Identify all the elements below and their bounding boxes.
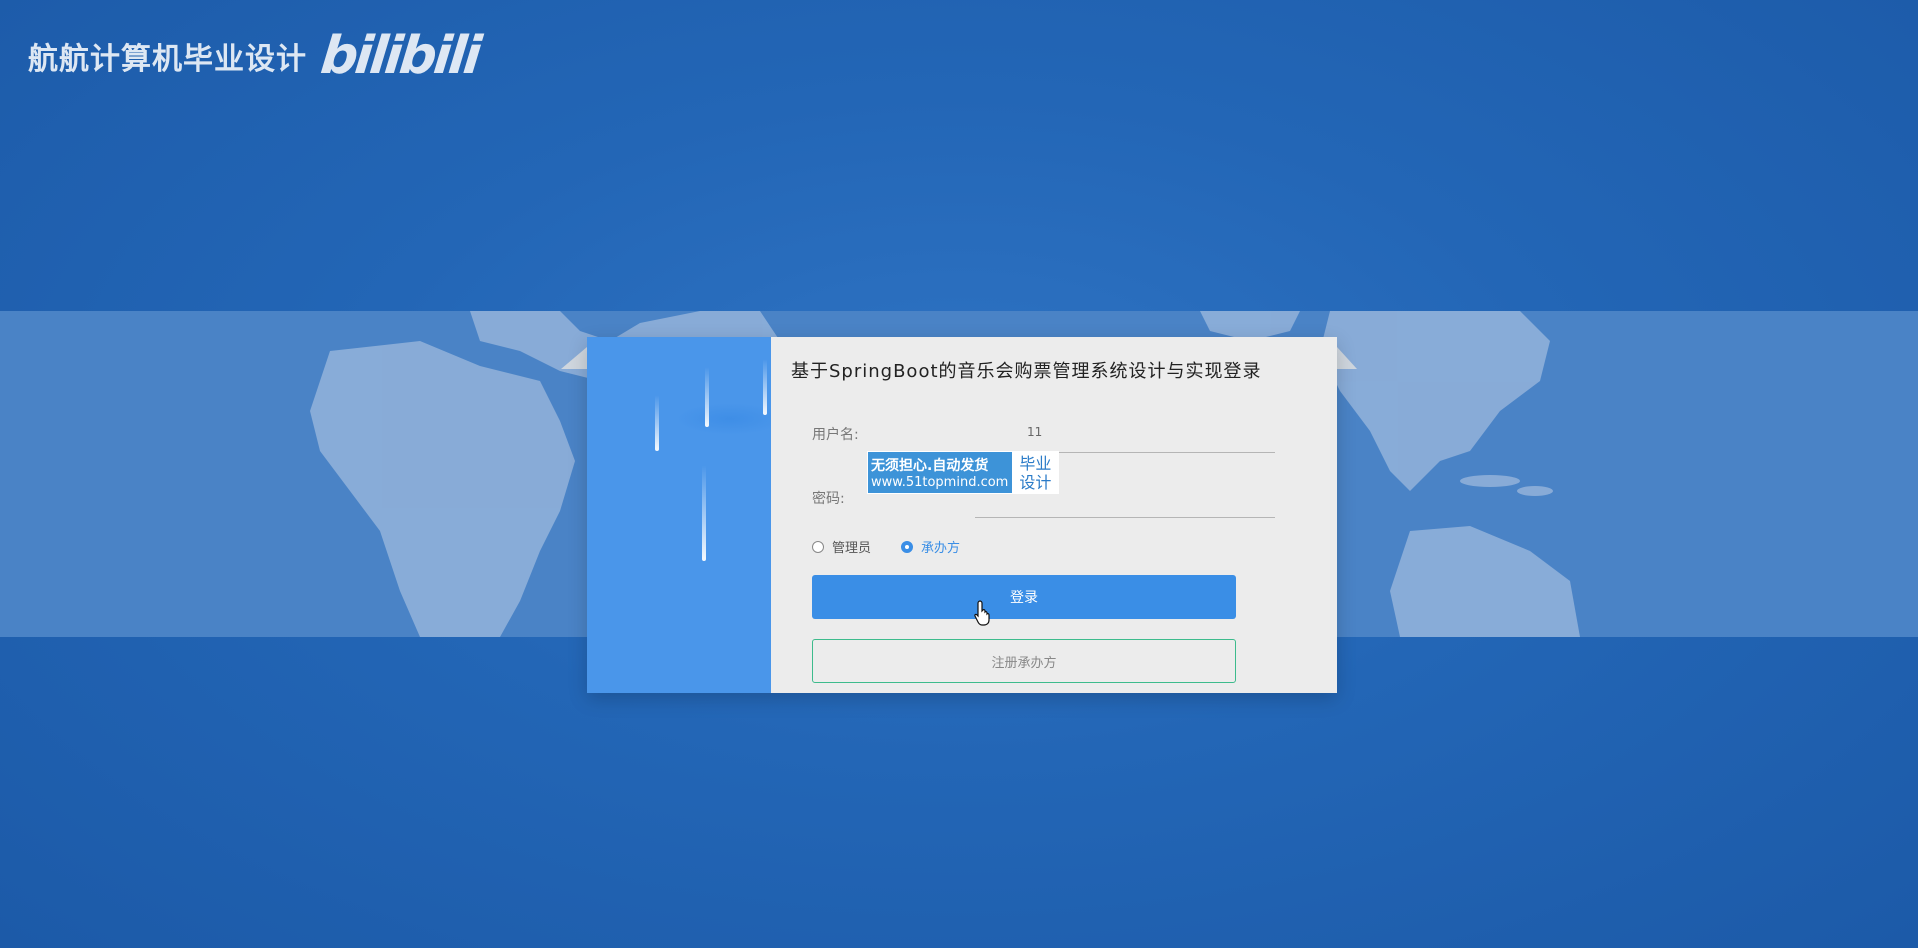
login-button[interactable]: 登录 — [812, 575, 1236, 619]
login-card-wrapper: 基于SpringBoot的音乐会购票管理系统设计与实现登录 用户名: 11 密码… — [561, 337, 1357, 693]
register-organizer-button[interactable]: 注册承办方 — [812, 639, 1236, 683]
rain-drop — [763, 359, 767, 415]
password-input[interactable] — [975, 517, 1275, 518]
stamp-right2: 设计 — [1019, 472, 1052, 492]
watermark-top: 航航计算机毕业设计 bilibili — [28, 26, 482, 86]
rain-drop — [655, 395, 659, 451]
login-card: 基于SpringBoot的音乐会购票管理系统设计与实现登录 用户名: 11 密码… — [587, 337, 1337, 693]
role-radio-admin[interactable]: 管理员 — [812, 537, 871, 556]
card-fold-left — [561, 347, 587, 369]
role-label-organizer: 承办方 — [921, 541, 961, 556]
password-label: 密码: — [812, 491, 845, 507]
radio-checked-icon — [901, 540, 914, 553]
rain-drop — [705, 367, 709, 427]
card-illustration-panel — [587, 337, 771, 693]
stamp-line1: 无须担心.自动发货 — [871, 458, 989, 474]
bilibili-logo: bilibili — [317, 26, 482, 86]
stamp-right: 毕业 设计 — [1011, 452, 1059, 493]
role-label-admin: 管理员 — [832, 541, 872, 556]
page-title: 基于SpringBoot的音乐会购票管理系统设计与实现登录 — [791, 361, 1262, 382]
radio-unchecked-icon — [812, 540, 824, 553]
role-radio-group: 管理员 承办方 — [812, 537, 960, 556]
hand-pointer-icon — [974, 600, 990, 626]
stamp-left: 无须担心.自动发货 www.51topmind.com — [868, 452, 1012, 493]
card-fold-right — [1337, 347, 1357, 369]
watermark-text: 航航计算机毕业设计 — [28, 42, 307, 77]
username-input[interactable]: 11 — [1027, 425, 1042, 439]
stamp-line2: www.51topmind.com — [871, 475, 1009, 490]
puddle-decoration — [675, 403, 771, 435]
role-radio-organizer[interactable]: 承办方 — [901, 537, 960, 556]
login-form: 基于SpringBoot的音乐会购票管理系统设计与实现登录 用户名: 11 密码… — [771, 337, 1337, 693]
watermark-stamp: 无须担心.自动发货 www.51topmind.com 毕业 设计 — [867, 451, 1060, 494]
stamp-right1: 毕业 — [1019, 453, 1052, 473]
rain-drop — [702, 465, 706, 561]
username-label: 用户名: — [812, 427, 859, 443]
